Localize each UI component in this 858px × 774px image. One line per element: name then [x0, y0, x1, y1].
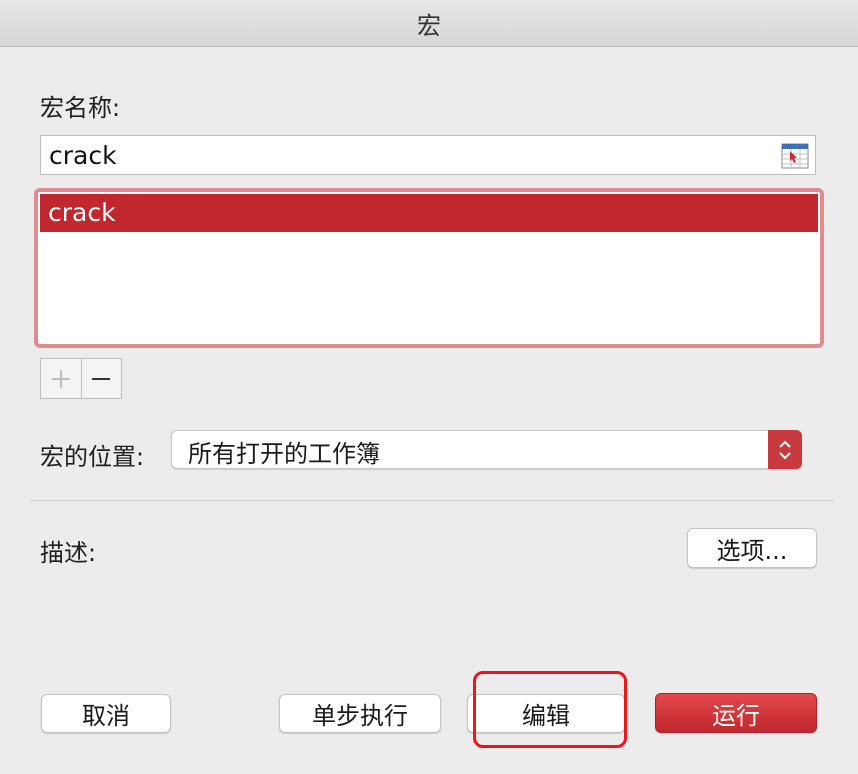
- macro-dialog: 宏 宏名称: crack 宏的位置:: [0, 0, 858, 774]
- macro-name-input[interactable]: [49, 139, 769, 171]
- remove-macro-button[interactable]: [80, 359, 122, 398]
- up-down-arrows-icon[interactable]: [768, 430, 802, 469]
- window-title: 宏: [417, 11, 441, 40]
- list-add-remove-control: [40, 358, 122, 399]
- step-into-button[interactable]: 单步执行: [279, 694, 441, 733]
- ref-select-icon[interactable]: [781, 143, 809, 169]
- macro-name-label: 宏名称:: [40, 94, 121, 122]
- title-bar: 宏: [0, 0, 858, 47]
- minus-icon: [92, 377, 111, 380]
- description-label: 描述:: [40, 539, 97, 567]
- macro-name-field[interactable]: [40, 135, 816, 175]
- edit-button-highlight: [473, 671, 627, 748]
- macro-list[interactable]: crack: [34, 188, 824, 348]
- cancel-button[interactable]: 取消: [41, 694, 171, 733]
- macro-list-item-selected[interactable]: crack: [40, 194, 818, 232]
- divider: [30, 500, 834, 501]
- macro-location-select[interactable]: 所有打开的工作簿: [171, 430, 802, 469]
- macro-location-label: 宏的位置:: [40, 443, 145, 471]
- chevron-up-down-icon: [779, 440, 791, 459]
- add-macro-button[interactable]: [41, 359, 81, 398]
- options-button[interactable]: 选项...: [687, 528, 817, 568]
- plus-icon: [51, 369, 70, 388]
- run-button[interactable]: 运行: [655, 693, 817, 733]
- macro-location-value: 所有打开的工作簿: [188, 440, 380, 468]
